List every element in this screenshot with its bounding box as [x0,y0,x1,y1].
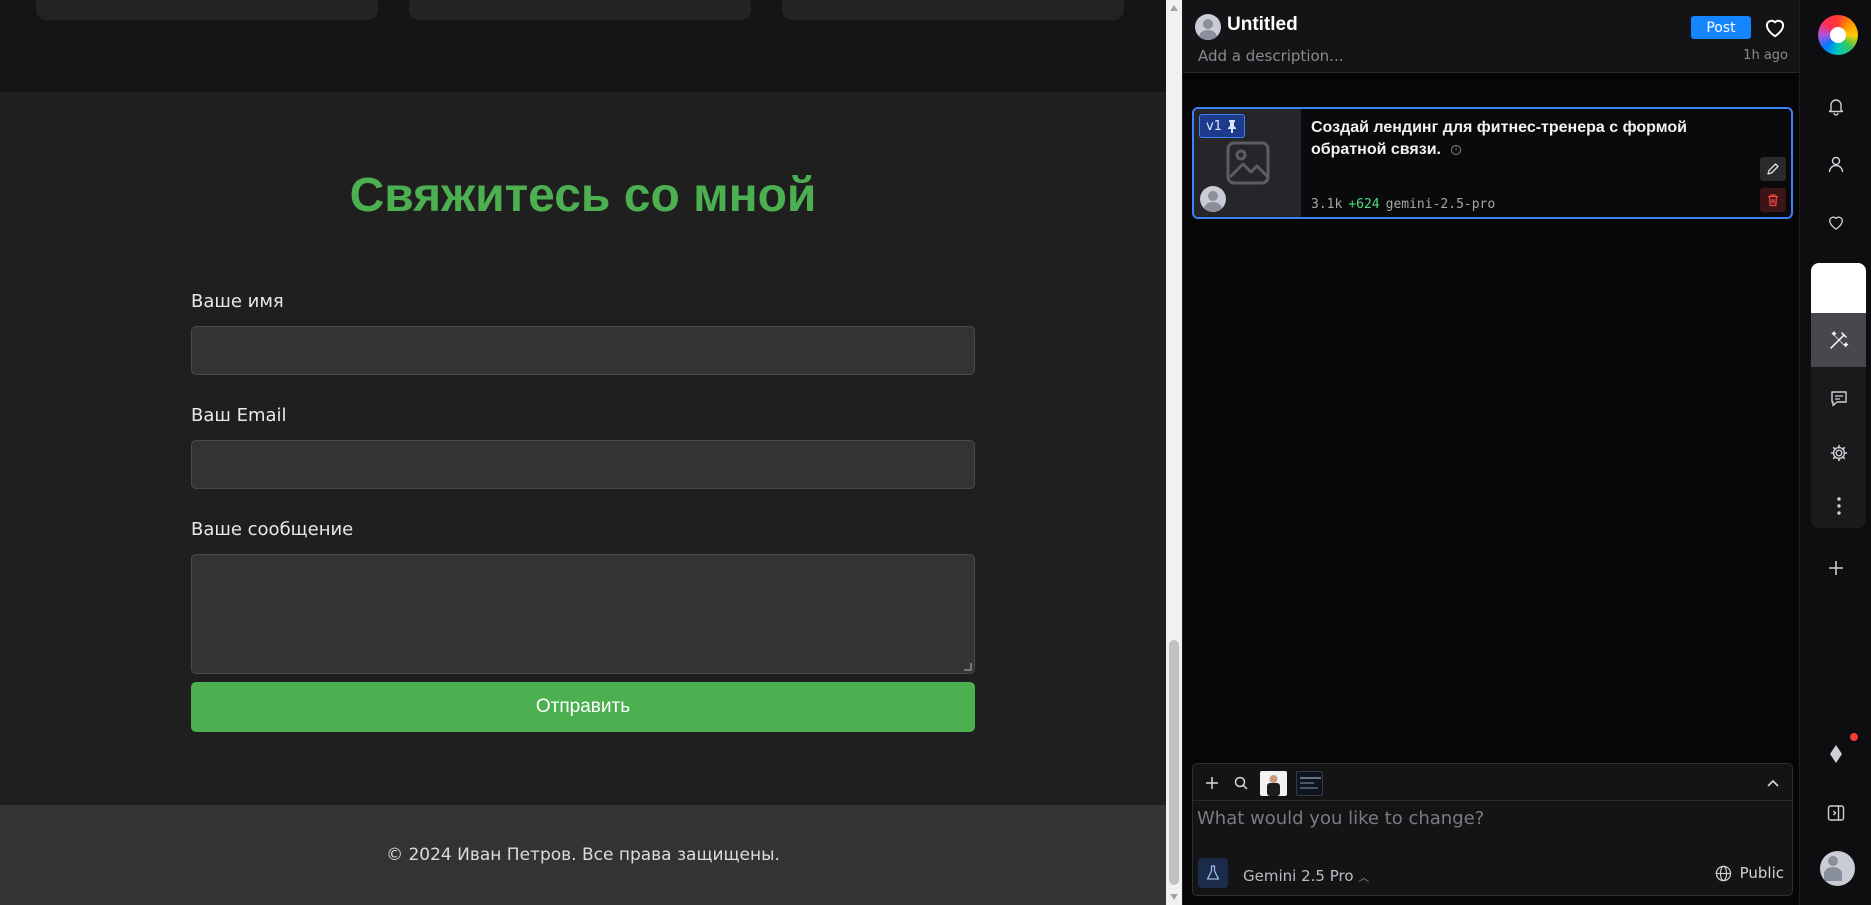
service-card [36,0,378,20]
composer: Gemini 2.5 Pro ︿ Public [1192,763,1793,896]
add-plus-icon[interactable] [1200,771,1224,795]
name-field[interactable] [191,326,975,375]
contact-heading: Свяжитесь со мной [349,169,817,222]
account-avatar[interactable] [1820,851,1855,886]
user-icon[interactable] [1800,144,1871,184]
prompt-text: Создай лендинг для фитнес-тренера с форм… [1311,119,1687,158]
model-name: Gemini 2.5 Pro [1243,867,1354,885]
more-vertical-icon[interactable] [1811,486,1866,526]
post-button[interactable]: Post [1691,16,1751,39]
globe-icon [1715,865,1732,882]
edit-pencil-icon[interactable] [1760,157,1786,181]
delete-trash-icon[interactable] [1760,188,1786,212]
version-label: v1 [1206,118,1222,134]
site-footer: © 2024 Иван Петров. Все права защищены. [0,805,1166,905]
name-label: Ваше имя [191,291,284,312]
version-thumbnail: v1 [1194,109,1301,217]
attachment-thumbnail[interactable] [1260,771,1287,796]
model-selector[interactable]: Gemini 2.5 Pro ︿ [1243,867,1369,885]
token-count: 3.1k [1311,197,1343,212]
search-icon[interactable] [1229,771,1253,795]
info-icon[interactable]: i [1450,144,1461,155]
description-input[interactable]: Add a description... [1198,47,1343,65]
sidebar-toggle-icon[interactable] [1800,793,1871,833]
preview-scrollbar[interactable] [1166,0,1182,905]
image-placeholder-icon [1224,139,1272,187]
service-card [782,0,1124,20]
email-label: Ваш Email [191,405,287,426]
message-field[interactable] [191,554,975,674]
contact-form: Ваше имя Ваш Email Ваше сообщение [191,290,975,674]
service-card [409,0,751,20]
composer-toolbar [1193,764,1792,801]
attachment-thumbnail[interactable] [1296,771,1323,796]
version-prompt: Создай лендинг для фитнес-тренера с форм… [1311,117,1741,161]
heart-icon[interactable] [1800,202,1871,242]
favorite-heart-icon[interactable] [1762,14,1788,40]
app-logo[interactable] [1818,15,1858,55]
updated-time: 1h ago [1743,48,1788,63]
change-request-input[interactable] [1197,808,1777,829]
author-avatar[interactable] [1195,14,1221,40]
added-count: +624 [1348,197,1380,212]
magic-wand-icon[interactable] [1811,313,1866,367]
panel-header: Untitled Add a description... Post 1h ag… [1183,0,1800,73]
bell-icon[interactable] [1800,86,1871,126]
collapse-chevron-up-icon[interactable] [1761,771,1785,795]
visibility-label: Public [1739,864,1784,882]
scroll-thumb[interactable] [1169,640,1179,885]
chevron-up-icon: ︿ [1358,871,1370,884]
footer-copyright: © 2024 Иван Петров. Все права защищены. [386,845,780,865]
resize-handle-icon[interactable] [964,663,972,671]
gear-icon[interactable] [1811,433,1866,473]
flask-icon[interactable] [1198,858,1228,888]
rail-highlight [1811,263,1866,313]
version-card[interactable]: v1 Создай лендинг для фитнес-тренера с ф… [1192,107,1793,219]
scroll-up-icon[interactable] [1170,5,1178,11]
right-rail [1799,0,1871,905]
tool-group [1811,263,1866,528]
submit-button[interactable]: Отправить [191,682,975,732]
scroll-down-icon[interactable] [1170,894,1178,900]
site-preview: Свяжитесь со мной Ваше имя Ваш Email Ваш… [0,0,1166,905]
plus-icon[interactable] [1800,548,1871,588]
version-stats: 3.1k +624 gemini-2.5-pro [1311,197,1495,212]
project-title[interactable]: Untitled [1227,14,1298,36]
diamond-icon[interactable] [1800,734,1871,774]
pin-icon [1226,119,1238,133]
preview-top-section [0,0,1166,92]
visibility-button[interactable]: Public [1715,864,1784,882]
version-badge[interactable]: v1 [1199,114,1245,138]
comment-icon[interactable] [1811,379,1866,419]
message-label: Ваше сообщение [191,519,354,540]
model-id: gemini-2.5-pro [1385,197,1496,212]
app-root: Свяжитесь со мной Ваше имя Ваш Email Ваш… [0,0,1871,905]
version-author-avatar [1200,186,1226,212]
email-field[interactable] [191,440,975,489]
notification-dot [1850,733,1858,741]
project-panel: Untitled Add a description... Post 1h ag… [1182,0,1800,905]
